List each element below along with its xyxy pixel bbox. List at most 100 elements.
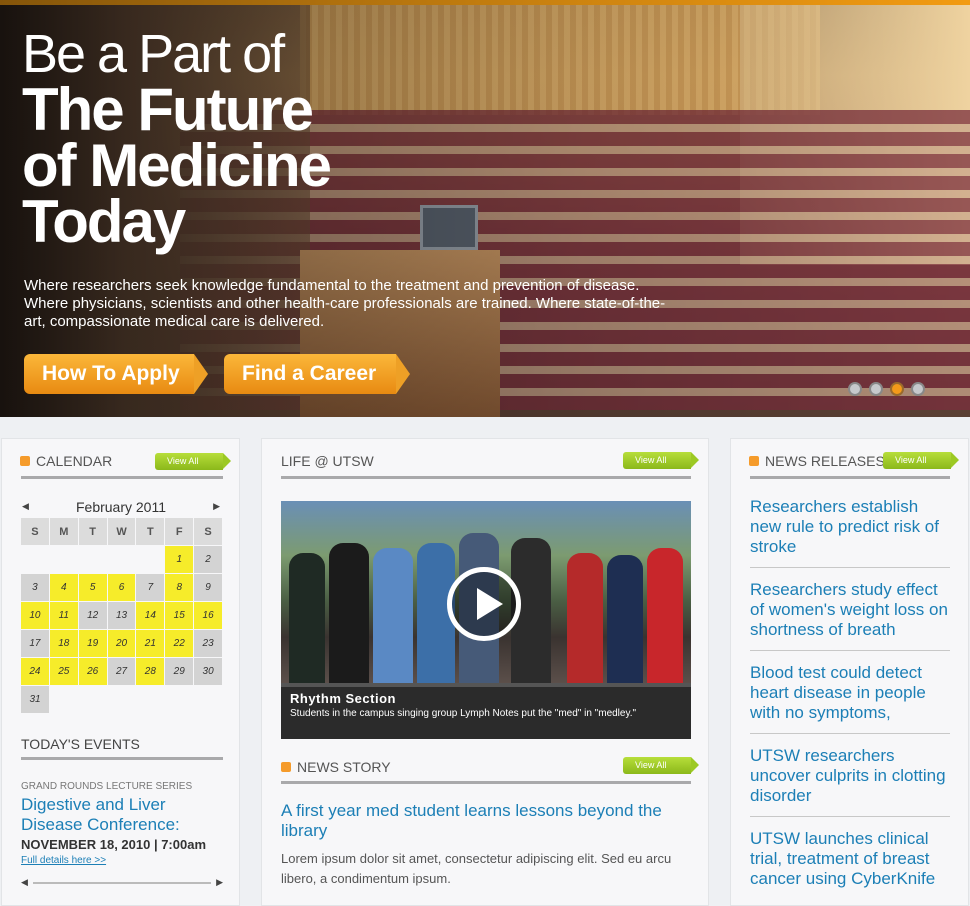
weekday-header: M [49, 518, 78, 545]
calendar-day[interactable]: 26 [78, 658, 107, 685]
divider [21, 757, 223, 760]
news-story-headline-link[interactable]: A first year med student learns lessons … [281, 801, 691, 841]
slide-dot-3[interactable] [890, 382, 904, 396]
calendar-day[interactable]: 28 [136, 658, 165, 685]
video-figure [647, 548, 683, 683]
calendar-day[interactable]: 17 [21, 630, 49, 657]
calendar-week-row: 3456789 [21, 574, 223, 602]
calendar-day[interactable]: 13 [107, 602, 136, 629]
calendar-day[interactable]: 12 [78, 602, 107, 629]
news-release-link[interactable]: Blood test could detect heart disease in… [750, 663, 950, 734]
calendar-day[interactable]: 25 [49, 658, 78, 685]
video-player[interactable]: Rhythm Section Students in the campus si… [281, 501, 691, 739]
headline-line-4: Today [22, 188, 186, 255]
calendar-day[interactable]: 24 [21, 658, 49, 685]
calendar-day[interactable]: 23 [194, 630, 223, 657]
hero-description: Where researchers seek knowledge fundame… [24, 277, 666, 330]
find-a-career-button[interactable]: Find a Career [224, 354, 410, 394]
video-figure [607, 555, 643, 683]
news-release-link[interactable]: UTSW researchers uncover culprits in clo… [750, 746, 950, 817]
calendar-empty-cell [136, 546, 164, 573]
calendar-day[interactable]: 6 [107, 574, 136, 601]
news-story-body: Lorem ipsum dolor sit amet, consectetur … [281, 851, 672, 886]
calendar-day[interactable]: 20 [107, 630, 136, 657]
todays-events-title: TODAY'S EVENTS [21, 736, 140, 752]
divider [21, 476, 223, 479]
weekday-header: T [78, 518, 107, 545]
calendar-day[interactable]: 19 [78, 630, 107, 657]
video-description: Students in the campus singing group Lym… [290, 708, 637, 719]
scroll-left-arrow-icon[interactable]: ◀ [21, 877, 28, 888]
events-scrollbar[interactable]: ◀ ▶ [21, 877, 223, 888]
slide-dot-1[interactable] [848, 382, 862, 396]
news-releases-panel: NEWS RELEASES View All Researchers estab… [730, 438, 969, 906]
event-series: GRAND ROUNDS LECTURE SERIES [21, 781, 193, 792]
calendar-empty-cell [50, 546, 78, 573]
calendar-week-row: 17 18 19 20 21 22 23 [21, 630, 223, 658]
calendar-day[interactable]: 2 [194, 546, 223, 573]
calendar-day[interactable]: 31 [21, 686, 49, 713]
calendar-day[interactable]: 8 [165, 574, 194, 601]
event-details-link[interactable]: Full details here >> [21, 855, 106, 866]
video-caption: Rhythm Section Students in the campus si… [290, 691, 660, 720]
divider [750, 476, 950, 479]
calendar-day[interactable]: 29 [165, 658, 194, 685]
news-release-link[interactable]: UTSW launches clinical trial, treatment … [750, 829, 950, 899]
rss-icon[interactable] [20, 456, 30, 466]
news-story-heading: NEWS STORY [281, 759, 391, 775]
calendar-week-row: 10 11 12 13 14 15 16 [21, 602, 223, 630]
calendar-day[interactable]: 27 [107, 658, 136, 685]
calendar-month: February 2011 [75, 499, 166, 515]
calendar-day[interactable]: 1 [165, 546, 194, 573]
slide-dot-4[interactable] [911, 382, 925, 396]
headline-line-1: Be a Part of [22, 24, 285, 84]
headline-line-2: The Future [22, 76, 314, 143]
calendar-week-row: 24 25 26 27 28 29 30 [21, 658, 223, 686]
calendar-day[interactable]: 15 [165, 602, 194, 629]
calendar-day[interactable]: 16 [194, 602, 223, 629]
scroll-right-arrow-icon[interactable]: ▶ [216, 877, 223, 888]
calendar-day[interactable]: 18 [49, 630, 78, 657]
news-releases-title: NEWS RELEASES [765, 453, 885, 469]
next-month-arrow-icon[interactable]: ▶ [213, 501, 220, 512]
prev-month-arrow-icon[interactable]: ◀ [22, 501, 29, 512]
calendar-day[interactable]: 11 [49, 602, 78, 629]
rss-icon[interactable] [281, 762, 291, 772]
how-to-apply-button[interactable]: How To Apply [24, 354, 208, 394]
calendar-month-header: ◀ February 2011 ▶ [20, 499, 222, 515]
slide-dot-2[interactable] [869, 382, 883, 396]
calendar-day[interactable]: 4 [49, 574, 78, 601]
news-story-view-all-button[interactable]: View All [623, 757, 699, 774]
video-title: Rhythm Section [290, 691, 396, 706]
calendar-heading: CALENDAR [20, 453, 112, 469]
calendar-day[interactable]: 5 [78, 574, 107, 601]
life-view-all-button[interactable]: View All [623, 452, 699, 469]
life-heading: LIFE @ UTSW [281, 453, 374, 469]
hero-banner: Be a Part of The Future of Medicine Toda… [0, 0, 970, 417]
rss-icon[interactable] [749, 456, 759, 466]
life-at-utsw-panel: LIFE @ UTSW View All Rhythm Section Stud… [261, 438, 709, 906]
calendar-day[interactable]: 14 [136, 602, 165, 629]
calendar-day[interactable]: 3 [21, 574, 49, 601]
calendar-panel: CALENDAR View All ◀ February 2011 ▶ SMTW… [1, 438, 240, 906]
calendar-day[interactable]: 22 [165, 630, 194, 657]
news-release-link[interactable]: Researchers study effect of women's weig… [750, 580, 950, 651]
calendar-empty-cell [108, 546, 136, 573]
divider [281, 781, 691, 784]
news-release-link[interactable]: Researchers establish new rule to predic… [750, 497, 950, 568]
calendar-weekday-row: SMTWTFS [21, 518, 223, 546]
news-view-all-button[interactable]: View All [883, 452, 959, 469]
event-title-link[interactable]: Digestive and Liver Disease Conference: [21, 795, 221, 835]
calendar-day[interactable]: 10 [21, 602, 49, 629]
calendar-title: CALENDAR [36, 453, 113, 469]
scroll-track[interactable] [33, 882, 211, 884]
play-icon[interactable] [447, 567, 521, 641]
calendar-day[interactable]: 9 [194, 574, 223, 601]
calendar-day[interactable]: 7 [136, 574, 165, 601]
calendar-day[interactable]: 30 [194, 658, 223, 685]
calendar-view-all-button[interactable]: View All [155, 453, 231, 470]
weekday-header: W [107, 518, 136, 545]
calendar-day[interactable]: 21 [136, 630, 165, 657]
video-figure [329, 543, 369, 683]
video-progress-bar[interactable] [281, 683, 691, 687]
